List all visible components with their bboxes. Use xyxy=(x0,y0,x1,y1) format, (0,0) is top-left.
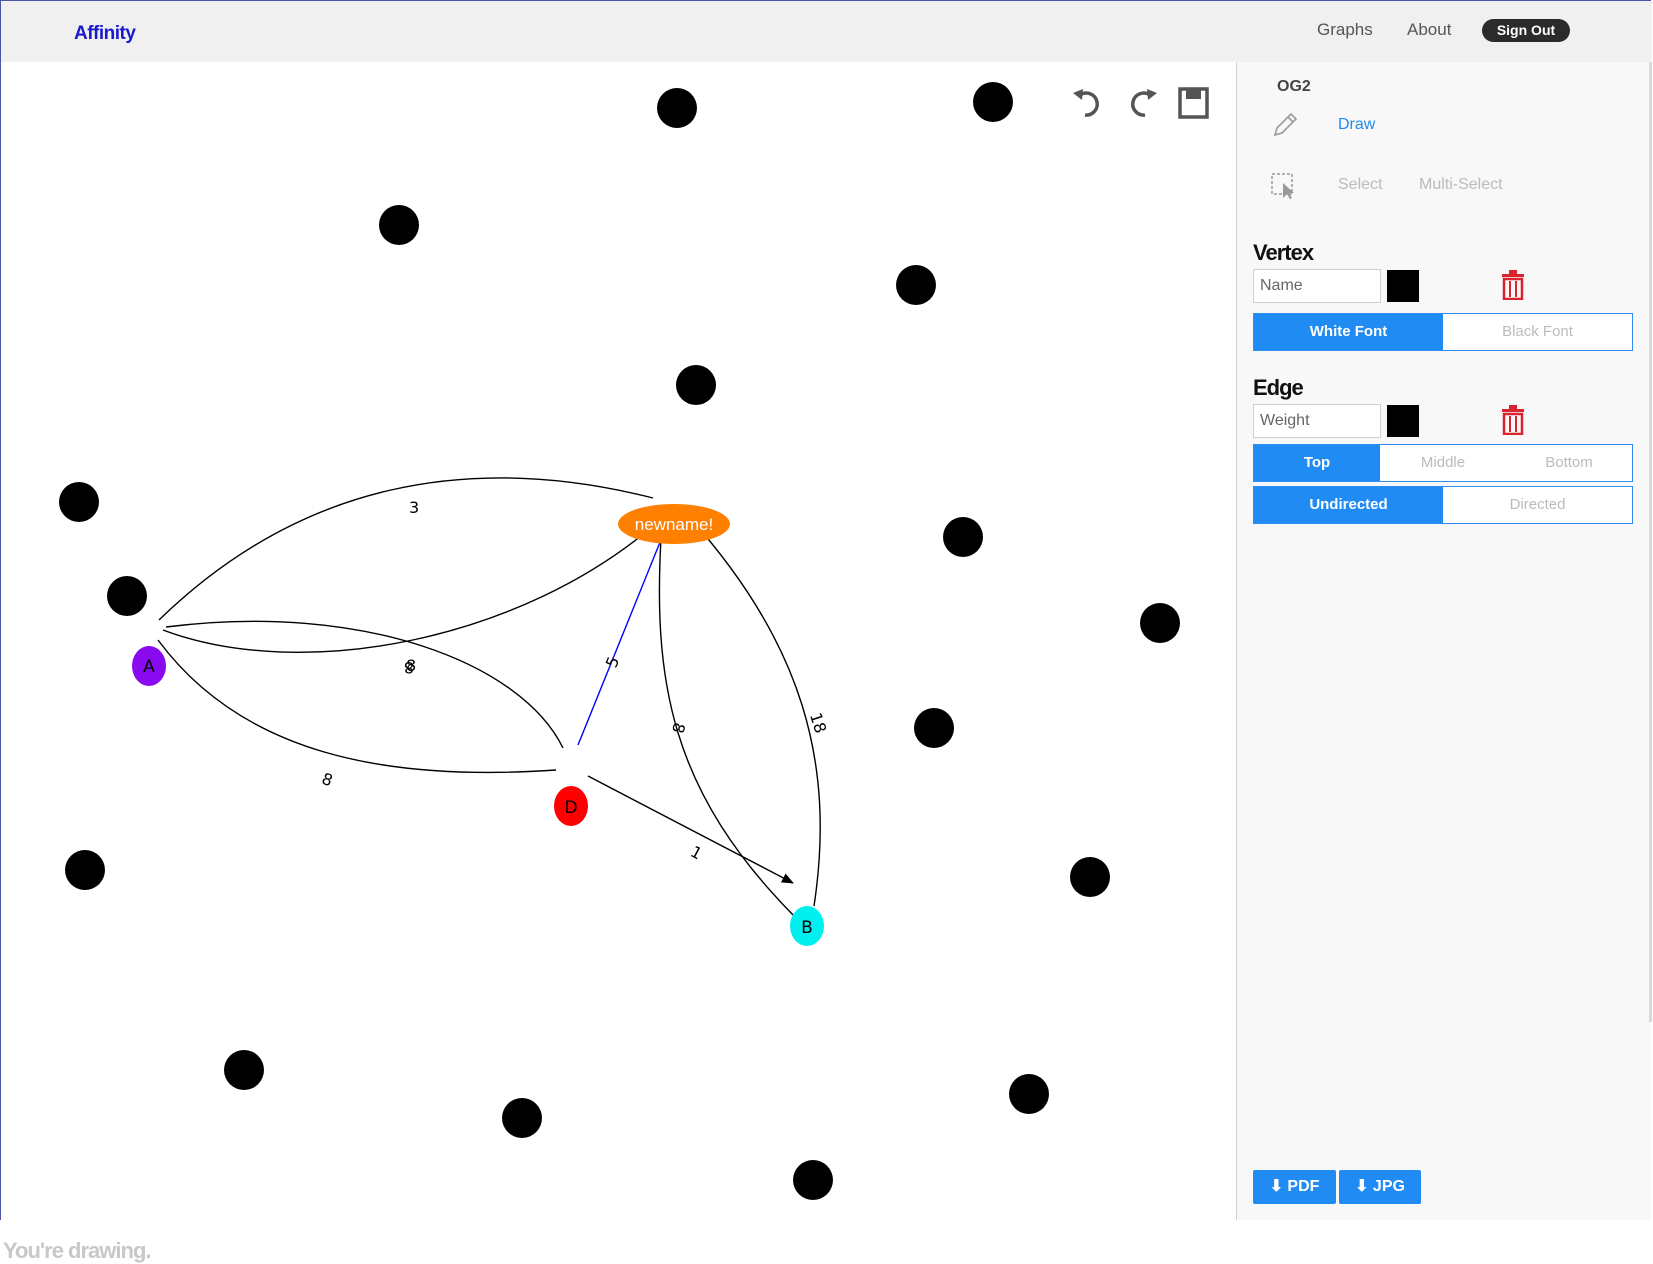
nav-link-graphs[interactable]: Graphs xyxy=(1317,20,1373,40)
vertex-b[interactable]: B xyxy=(790,906,824,946)
edge-d-b-directed[interactable] xyxy=(587,775,794,884)
edge-a-newname-bottom[interactable] xyxy=(162,520,660,653)
vertex-label: B xyxy=(801,918,813,938)
vertex-section-title: Vertex xyxy=(1253,240,1314,265)
vertex-name-input[interactable] xyxy=(1253,269,1381,303)
edge-a-newname-top[interactable] xyxy=(158,477,654,621)
edge-label-position-toggle: Top Middle Bottom xyxy=(1253,444,1633,482)
graph-name: OG2 xyxy=(1277,78,1311,95)
vertex-label: A xyxy=(143,657,155,677)
vertex-label: D xyxy=(564,798,577,818)
undirected-option[interactable]: Undirected xyxy=(1254,487,1443,523)
vertex-label: newname! xyxy=(635,515,713,534)
edge-weight-label: 8 xyxy=(319,769,335,790)
vertex[interactable] xyxy=(896,265,936,305)
vertex[interactable] xyxy=(1009,1074,1049,1114)
vertex[interactable] xyxy=(59,482,99,522)
pencil-icon[interactable] xyxy=(1271,111,1299,139)
vertex-font-toggle: White Font Black Font xyxy=(1253,313,1633,351)
vertex[interactable] xyxy=(943,517,983,557)
directed-option[interactable]: Directed xyxy=(1443,487,1632,523)
vertex-a[interactable]: A xyxy=(132,646,166,686)
edge-color-swatch[interactable] xyxy=(1387,405,1419,437)
vertex[interactable] xyxy=(224,1050,264,1090)
redo-icon[interactable] xyxy=(1125,86,1159,120)
vertex-color-swatch[interactable] xyxy=(1387,270,1419,302)
undo-icon[interactable] xyxy=(1071,86,1105,120)
top-navbar: Affinity Graphs About Sign Out xyxy=(1,1,1652,63)
edge-weight-label: 5 xyxy=(602,654,623,671)
download-jpg-button[interactable]: ⬇ JPG xyxy=(1339,1170,1421,1204)
download-icon: ⬇ xyxy=(1269,1178,1283,1195)
edge-section-title: Edge xyxy=(1253,375,1304,400)
edge-weight-input[interactable] xyxy=(1253,404,1381,438)
download-icon: ⬇ xyxy=(1355,1178,1369,1195)
vertex[interactable] xyxy=(65,850,105,890)
download-pdf-button[interactable]: ⬇ PDF xyxy=(1253,1170,1336,1204)
vertex[interactable] xyxy=(657,88,697,128)
vertex[interactable] xyxy=(676,365,716,405)
graph-canvas[interactable]: 3 8 8 8 5 8 18 1 A D B newname! You're d… xyxy=(1,62,1237,1263)
edge-weight-label: 8 xyxy=(668,721,689,736)
sign-out-button[interactable]: Sign Out xyxy=(1482,19,1570,42)
position-middle-option[interactable]: Middle xyxy=(1380,445,1506,481)
save-icon[interactable] xyxy=(1178,86,1210,120)
vertex[interactable] xyxy=(973,82,1013,122)
brand-logo[interactable]: Affinity xyxy=(74,23,136,45)
edge-d-newname-directed[interactable] xyxy=(577,519,671,746)
graph-svg[interactable]: 3 8 8 8 5 8 18 1 A D B newname! xyxy=(1,62,1236,1220)
edge-a-d-top[interactable] xyxy=(165,620,564,749)
vertex[interactable] xyxy=(379,205,419,245)
edge-b-newname-inner[interactable] xyxy=(656,521,797,919)
vertex-newname[interactable]: newname! xyxy=(618,504,730,544)
vertex-delete-trash-icon[interactable] xyxy=(1501,270,1525,300)
properties-panel: OG2 Draw Select Multi-Select Vertex Whit… xyxy=(1237,62,1651,1220)
scrollbar[interactable] xyxy=(1649,62,1652,1022)
nav-link-about[interactable]: About xyxy=(1407,20,1451,40)
position-bottom-option[interactable]: Bottom xyxy=(1506,445,1632,481)
edge-newname-b-outer[interactable] xyxy=(689,517,821,907)
vertex[interactable] xyxy=(1140,603,1180,643)
edge-a-d-bottom[interactable] xyxy=(157,639,557,774)
vertex[interactable] xyxy=(1070,857,1110,897)
edge-weight-label: 8 xyxy=(406,656,416,675)
black-font-option[interactable]: Black Font xyxy=(1443,314,1632,350)
mode-multi-select[interactable]: Multi-Select xyxy=(1419,176,1503,194)
vertex-d[interactable]: D xyxy=(554,786,588,826)
position-top-option[interactable]: Top xyxy=(1254,445,1380,481)
mode-draw[interactable]: Draw xyxy=(1338,116,1375,134)
edge-direction-toggle: Undirected Directed xyxy=(1253,486,1633,524)
vertex[interactable] xyxy=(107,576,147,616)
edge-weight-label: 1 xyxy=(687,842,705,864)
edge-delete-trash-icon[interactable] xyxy=(1501,405,1525,435)
select-icon[interactable] xyxy=(1270,172,1298,200)
download-jpg-label: JPG xyxy=(1372,1178,1405,1195)
download-pdf-label: PDF xyxy=(1287,1178,1320,1195)
vertex[interactable] xyxy=(793,1160,833,1200)
edge-weight-label: 3 xyxy=(409,498,419,517)
vertex[interactable] xyxy=(914,708,954,748)
status-text: You're drawing. xyxy=(3,1238,152,1263)
vertex[interactable] xyxy=(502,1098,542,1138)
mode-select[interactable]: Select xyxy=(1338,176,1382,194)
white-font-option[interactable]: White Font xyxy=(1254,314,1443,350)
